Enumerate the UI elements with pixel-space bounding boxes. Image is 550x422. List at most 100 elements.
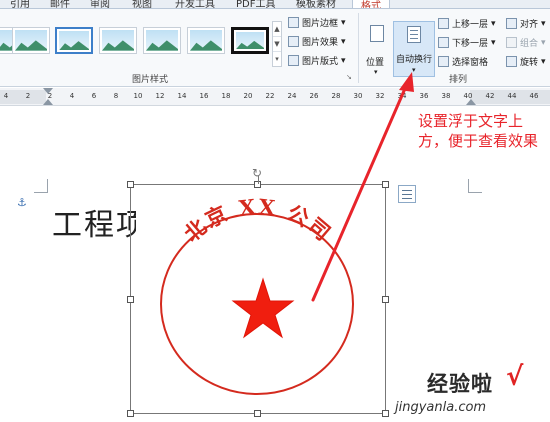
tab-mailings[interactable]: 邮件 [50, 0, 70, 8]
ruler-tick-label: 44 [507, 92, 517, 100]
ruler-tick-label: 2 [25, 92, 31, 100]
bring-forward-button[interactable]: 上移一层 ▾ [438, 17, 496, 30]
chevron-down-icon: ▾ [491, 18, 496, 29]
ruler-tick-label: 2 [47, 92, 53, 100]
chevron-down-icon: ▾ [541, 37, 546, 48]
picture-style-4[interactable] [99, 27, 137, 54]
align-icon [506, 18, 517, 29]
anchor-icon[interactable]: ⚓ [17, 196, 27, 209]
chevron-down-icon[interactable]: ▼ [273, 37, 281, 52]
annotation-text: 设置浮于文字上方，便于查看效果 [418, 112, 539, 150]
tab-template-material[interactable]: 模板素材 [296, 0, 336, 8]
watermark-title: 经验啦 [427, 372, 493, 396]
send-backward-icon [438, 37, 449, 48]
resize-handle-se[interactable] [382, 410, 389, 417]
ruler-tick-label: 32 [375, 92, 385, 100]
group-button[interactable]: 组合 ▾ [506, 36, 546, 49]
picture-style-2[interactable] [12, 27, 50, 54]
chevron-down-icon: ▾ [341, 36, 346, 47]
ruler-tick-label: 14 [177, 92, 187, 100]
ruler-tick-label: 34 [397, 92, 407, 100]
ruler-tick-label: 38 [441, 92, 451, 100]
page-corner-mark [34, 179, 48, 193]
ruler-tick-label: 20 [243, 92, 253, 100]
tab-format[interactable]: 格式 [352, 0, 390, 8]
wrap-text-button[interactable]: 自动换行 ▾ [393, 21, 435, 77]
tab-view[interactable]: 视图 [132, 0, 152, 8]
group-label-picture-styles: 图片样式 [132, 75, 169, 85]
watermark-url: jingyanla.com [395, 400, 487, 415]
selection-pane-button[interactable]: 选择窗格 [438, 55, 488, 68]
picture-layout-button[interactable]: 图片版式 ▾ [288, 54, 346, 67]
resize-handle-e[interactable] [382, 296, 389, 303]
tab-pdf-tools[interactable]: PDF工具 [236, 0, 275, 8]
resize-handle-sw[interactable] [127, 410, 134, 417]
group-divider [358, 13, 359, 83]
resize-handle-w[interactable] [127, 296, 134, 303]
ruler-tick-label: 10 [133, 92, 143, 100]
tab-developer[interactable]: 开发工具 [175, 0, 215, 8]
group-icon [506, 37, 517, 48]
rotate-button[interactable]: 旋转 ▾ [506, 55, 546, 68]
chevron-down-icon: ▾ [341, 55, 346, 66]
dialog-launcher-icon[interactable]: ↘ [346, 73, 352, 81]
gallery-scrollbar[interactable]: ▲ ▼ ▾ [272, 21, 282, 67]
horizontal-ruler[interactable]: 4 2 2 4 6 8 10 12 14 16 18 20 22 24 26 28 30 32 34 36 38 40 42… [0, 88, 550, 106]
picture-selection-frame [130, 184, 386, 414]
chevron-down-icon: ▾ [491, 37, 496, 48]
picture-border-icon [288, 17, 299, 28]
picture-layout-icon [288, 55, 299, 66]
ruler-tick-label: 42 [485, 92, 495, 100]
ruler-tick-label: 30 [353, 92, 363, 100]
position-button[interactable]: 位置 ▾ [364, 21, 390, 77]
ruler-tick-label: 22 [265, 92, 275, 100]
tab-references[interactable]: 引用 [10, 0, 30, 8]
ribbon: ▲ ▼ ▾ 图片边框 ▾ 图片效果 ▾ 图片版式 ▾ 图片样式 ↘ 位置 ▾ 自动换行… [0, 9, 550, 87]
picture-effects-icon [288, 36, 299, 47]
ruler-tick-label: 4 [69, 92, 75, 100]
chevron-down-icon: ▾ [541, 18, 546, 29]
ruler-tick-label: 40 [463, 92, 473, 100]
send-backward-button[interactable]: 下移一层 ▾ [438, 36, 496, 49]
picture-style-5[interactable] [143, 27, 181, 54]
resize-handle-ne[interactable] [382, 181, 389, 188]
ruler-tick-label: 26 [309, 92, 319, 100]
ruler-tick-label: 18 [221, 92, 231, 100]
bring-forward-icon [438, 18, 449, 29]
chevron-down-icon: ▾ [541, 56, 546, 67]
watermark: 经验啦 √ jingyanla.com [390, 362, 550, 422]
ruler-tick-label: 8 [113, 92, 119, 100]
wrap-text-icon [407, 26, 421, 43]
chevron-down-icon: ▾ [374, 68, 378, 76]
page-corner-mark [468, 179, 482, 193]
picture-style-3[interactable] [55, 27, 93, 54]
ruler-tick-label: 12 [155, 92, 165, 100]
ruler-tick-label: 28 [331, 92, 341, 100]
selection-pane-icon [438, 56, 449, 67]
resize-handle-nw[interactable] [127, 181, 134, 188]
ruler-tick-label: 24 [287, 92, 297, 100]
chevron-down-icon: ▾ [412, 66, 416, 74]
group-label-arrange: 排列 [449, 75, 468, 85]
ruler-tick-label: 36 [419, 92, 429, 100]
more-icon[interactable]: ▾ [273, 52, 281, 67]
layout-options-icon[interactable] [398, 185, 416, 203]
tab-review[interactable]: 审阅 [90, 0, 110, 8]
ruler-tick-label: 16 [199, 92, 209, 100]
document-heading[interactable]: 工程项目 [52, 200, 136, 244]
ruler-tick-label: 4 [3, 92, 9, 100]
rotate-handle-icon[interactable]: ↻ [252, 166, 262, 180]
ruler-tick-label: 46 [529, 92, 539, 100]
check-icon: √ [506, 362, 524, 392]
picture-border-button[interactable]: 图片边框 ▾ [288, 16, 346, 29]
ruler-tick-label: 6 [91, 92, 97, 100]
align-button[interactable]: 对齐 ▾ [506, 17, 546, 30]
position-icon [370, 25, 384, 42]
chevron-down-icon: ▾ [341, 17, 346, 28]
resize-handle-s[interactable] [254, 410, 261, 417]
picture-effects-button[interactable]: 图片效果 ▾ [288, 35, 346, 48]
picture-style-6[interactable] [187, 27, 225, 54]
rotate-icon [506, 56, 517, 67]
picture-style-7[interactable] [231, 27, 269, 54]
chevron-up-icon[interactable]: ▲ [273, 22, 281, 37]
